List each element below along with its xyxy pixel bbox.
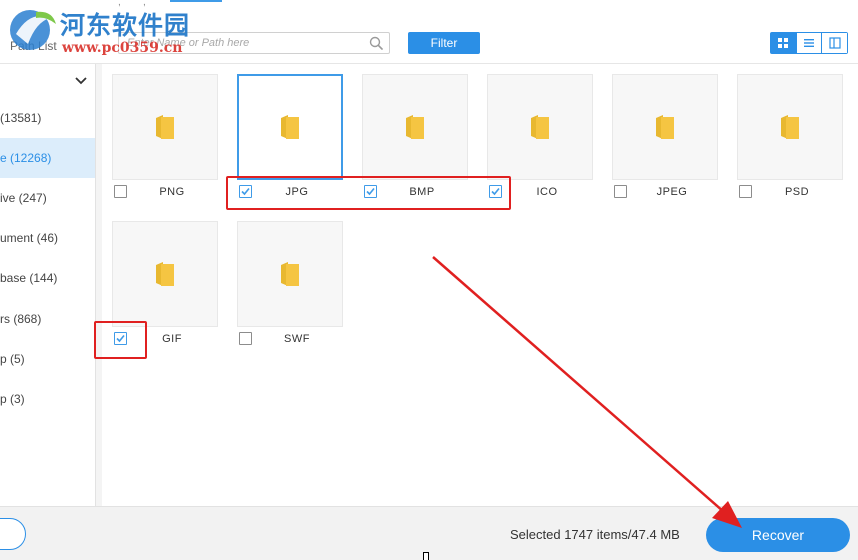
folder-tile-jpeg[interactable] xyxy=(612,74,718,180)
selection-summary: Selected 1747 items/47.4 MB xyxy=(510,527,680,542)
file-type-sidebar: (13581) e (12268) ive (247) ument (46) b… xyxy=(0,64,96,506)
folder-tile-bmp[interactable] xyxy=(362,74,468,180)
folder-tile-gif[interactable] xyxy=(112,221,218,327)
back-button[interactable] xyxy=(0,518,26,550)
watermark-url: www.pc0359.cn xyxy=(62,40,183,56)
folder-icon xyxy=(531,115,549,139)
filter-button[interactable]: Filter xyxy=(408,32,480,54)
sidebar-item[interactable]: p (3) xyxy=(0,379,95,419)
annotation-highlight-box xyxy=(94,321,147,359)
folder-icon xyxy=(281,262,299,286)
file-checkbox-psd[interactable] xyxy=(739,185,752,198)
detail-view-icon xyxy=(829,37,841,49)
mouse-cursor-icon xyxy=(423,552,429,560)
search-icon[interactable] xyxy=(369,36,383,50)
sidebar-item[interactable]: (13581) xyxy=(0,98,95,138)
folder-tile-ico[interactable] xyxy=(487,74,593,180)
file-checkbox-png[interactable] xyxy=(114,185,127,198)
list-view-icon xyxy=(804,39,814,47)
file-grid: PNG JPG BMP ICO JPEG PSD GIF SWF xyxy=(102,64,858,506)
folder-tile-psd[interactable] xyxy=(737,74,843,180)
sidebar-item-active[interactable]: e (12268) xyxy=(0,138,95,178)
grid-view-button[interactable] xyxy=(771,33,797,53)
folder-icon xyxy=(781,115,799,139)
folder-tile-swf[interactable] xyxy=(237,221,343,327)
view-mode-toggle xyxy=(770,32,848,54)
sidebar-item[interactable]: base (144) xyxy=(0,258,95,298)
folder-icon xyxy=(406,115,424,139)
watermark-title: 河东软件园 xyxy=(60,11,191,40)
file-checkbox-jpeg[interactable] xyxy=(614,185,627,198)
grid-view-icon xyxy=(778,38,789,48)
file-label-swf: SWF xyxy=(284,333,310,345)
bottom-action-bar: Selected 1747 items/47.4 MB Recover xyxy=(0,506,858,560)
active-tab-underline xyxy=(170,0,222,2)
folder-icon xyxy=(281,115,299,139)
folder-icon xyxy=(656,115,674,139)
file-label-gif: GIF xyxy=(162,333,182,345)
folder-tile-png[interactable] xyxy=(112,74,218,180)
recover-button[interactable]: Recover xyxy=(706,518,850,552)
list-view-button[interactable] xyxy=(796,33,823,53)
file-label-jpeg: JPEG xyxy=(656,186,688,198)
sidebar-item[interactable]: p (5) xyxy=(0,339,95,379)
sidebar-item[interactable]: ument (46) xyxy=(0,218,95,258)
file-label-png: PNG xyxy=(159,186,185,198)
watermark-logo-icon xyxy=(10,10,56,50)
annotation-highlight-box xyxy=(226,176,511,210)
chevron-down-icon[interactable] xyxy=(74,76,88,86)
file-label-psd: PSD xyxy=(784,186,810,198)
folder-tile-jpg[interactable] xyxy=(237,74,343,180)
sidebar-item[interactable]: ive (247) xyxy=(0,178,95,218)
folder-icon xyxy=(156,115,174,139)
file-checkbox-swf[interactable] xyxy=(239,332,252,345)
detail-view-button[interactable] xyxy=(822,33,848,53)
sidebar-item[interactable]: rs (868) xyxy=(0,299,95,339)
file-label-ico: ICO xyxy=(536,186,558,198)
folder-icon xyxy=(156,262,174,286)
